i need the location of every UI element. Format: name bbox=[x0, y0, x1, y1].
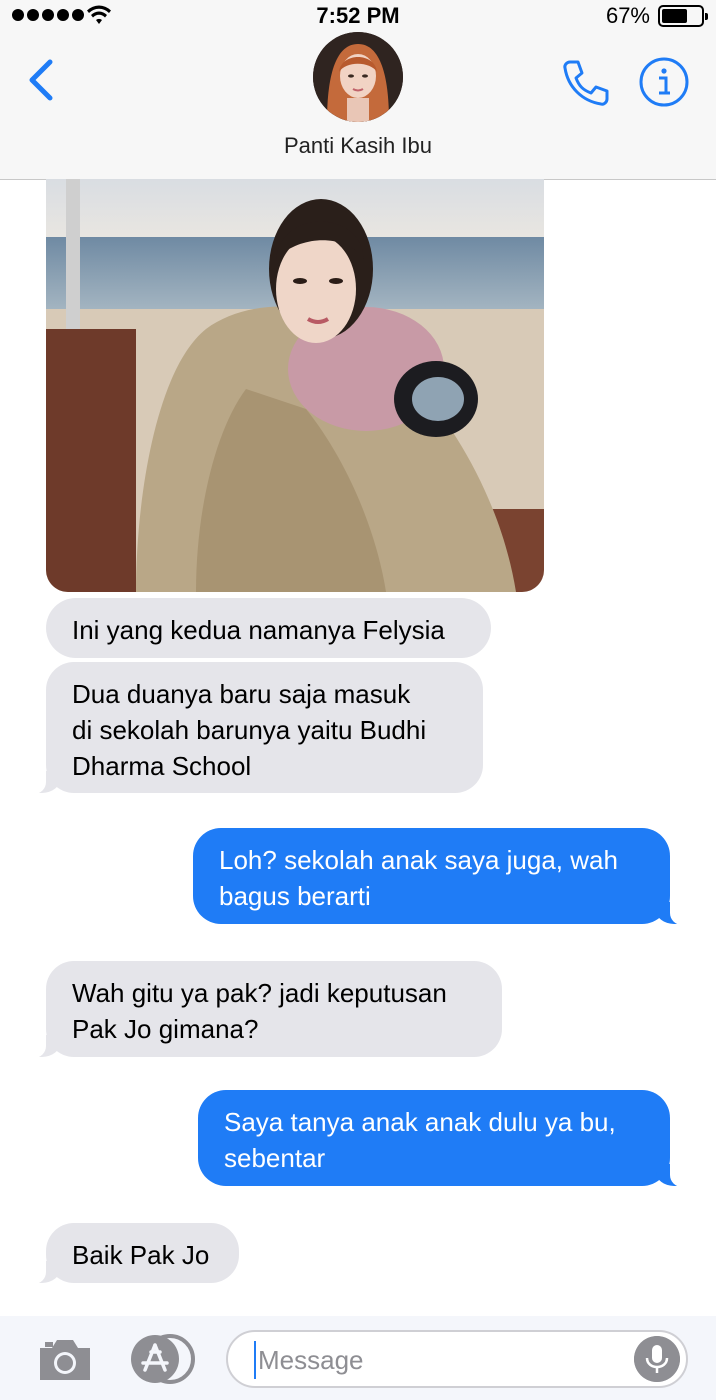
conversation-header: Panti Kasih Ibu bbox=[0, 32, 716, 180]
incoming-message-bubble[interactable]: Wah gitu ya pak? jadi keputusan Pak Jo g… bbox=[32, 961, 502, 1058]
battery-percent: 67% bbox=[605, 3, 650, 28]
message-text-line: Saya tanya anak anak dulu ya bu, bbox=[224, 1107, 616, 1137]
info-icon[interactable] bbox=[638, 56, 690, 108]
message-field[interactable] bbox=[226, 1330, 688, 1388]
message-thread[interactable]: Ini yang kedua namanya Felysia Dua duany… bbox=[0, 179, 716, 1316]
camera-icon[interactable] bbox=[36, 1336, 94, 1384]
message-text-line: sebentar bbox=[224, 1143, 326, 1173]
contact-name[interactable]: Panti Kasih Ibu bbox=[0, 133, 716, 159]
status-bar: 7:52 PM 67% bbox=[0, 0, 716, 32]
message-text-line: Wah gitu ya pak? jadi keputusan bbox=[72, 978, 447, 1008]
photo-message[interactable] bbox=[46, 179, 544, 592]
beach-portrait-photo bbox=[46, 179, 544, 592]
outgoing-message-bubble[interactable]: Loh? sekolah anak saya juga, wah bagus b… bbox=[193, 828, 684, 925]
message-text-line: Loh? sekolah anak saya juga, wah bbox=[219, 845, 618, 875]
incoming-message-bubble[interactable]: Dua duanya baru saja masuk di sekolah ba… bbox=[32, 662, 483, 794]
incoming-message-bubble[interactable]: Baik Pak Jo bbox=[32, 1223, 239, 1284]
contact-avatar[interactable] bbox=[313, 32, 403, 122]
back-chevron-icon[interactable] bbox=[24, 54, 60, 106]
outgoing-message-bubble[interactable]: Saya tanya anak anak dulu ya bu, sebenta… bbox=[198, 1090, 684, 1187]
microphone-icon[interactable] bbox=[634, 1336, 680, 1382]
message-text: Baik Pak Jo bbox=[72, 1240, 210, 1270]
battery-icon bbox=[658, 5, 708, 27]
phone-icon[interactable] bbox=[558, 56, 612, 110]
message-text-line: di sekolah barunya yaitu Budhi bbox=[72, 715, 427, 745]
message-input[interactable] bbox=[254, 1341, 624, 1379]
message-text-line: Pak Jo gimana? bbox=[72, 1014, 259, 1044]
avatar-portrait-image bbox=[313, 32, 403, 122]
incoming-message-bubble[interactable]: Ini yang kedua namanya Felysia bbox=[46, 598, 491, 658]
app-store-icon[interactable] bbox=[130, 1334, 196, 1384]
compose-bar bbox=[0, 1316, 716, 1400]
message-text-line: Dharma School bbox=[72, 751, 252, 781]
message-text-line: bagus berarti bbox=[219, 881, 371, 911]
message-text: Ini yang kedua namanya Felysia bbox=[72, 615, 445, 645]
message-text-line: Dua duanya baru saja masuk bbox=[72, 679, 411, 709]
